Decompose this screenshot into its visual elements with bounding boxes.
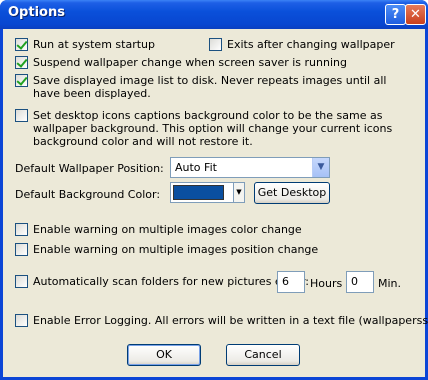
background-color-picker[interactable]: ▼ [170, 182, 245, 203]
run-at-startup-label[interactable]: Run at system startup [33, 38, 155, 51]
options-dialog: Options ? ✕ Run at system startup Exits … [0, 0, 428, 380]
error-logging-label[interactable]: Enable Error Logging. All errors will be… [33, 314, 428, 327]
cancel-button[interactable]: Cancel [226, 344, 300, 366]
help-button[interactable]: ? [385, 4, 406, 25]
help-icon: ? [391, 7, 400, 22]
get-desktop-button[interactable]: Get Desktop [254, 182, 330, 204]
run-at-startup-checkbox[interactable] [15, 38, 28, 51]
close-button[interactable]: ✕ [405, 4, 426, 25]
background-color-label: Default Background Color: [15, 188, 161, 201]
chevron-down-icon[interactable]: ▼ [312, 158, 329, 177]
wallpaper-position-value: Auto Fit [175, 161, 217, 174]
suspend-screensaver-checkbox[interactable] [15, 56, 28, 69]
dialog-body: Run at system startup Exits after changi… [3, 29, 428, 377]
save-image-list-label[interactable]: Save displayed image list to disk. Never… [33, 74, 413, 100]
warning-color-change-checkbox[interactable] [15, 223, 28, 236]
window-title: Options [8, 5, 65, 20]
error-logging-checkbox[interactable] [15, 314, 28, 327]
exits-after-change-label[interactable]: Exits after changing wallpaper [227, 38, 395, 51]
auto-scan-checkbox[interactable] [15, 275, 28, 288]
minutes-label: Min. [378, 277, 402, 290]
close-icon: ✕ [410, 7, 421, 22]
auto-scan-label[interactable]: Automatically scan folders for new pictu… [33, 275, 309, 288]
suspend-screensaver-label[interactable]: Suspend wallpaper change when screen sav… [33, 56, 347, 69]
ok-button[interactable]: OK [127, 344, 201, 366]
save-image-list-checkbox[interactable] [15, 74, 28, 87]
desktop-icon-captions-checkbox[interactable] [15, 109, 28, 122]
chevron-down-icon[interactable]: ▼ [233, 183, 244, 202]
warning-position-change-label[interactable]: Enable warning on multiple images positi… [33, 243, 318, 256]
scan-minutes-input[interactable]: 0 [346, 271, 374, 293]
warning-color-change-label[interactable]: Enable warning on multiple images color … [33, 223, 302, 236]
wallpaper-position-label: Default Wallpaper Position: [15, 162, 164, 175]
color-swatch [173, 185, 224, 200]
desktop-icon-captions-label[interactable]: Set desktop icons captions background co… [33, 109, 419, 148]
title-bar[interactable]: Options ? ✕ [0, 0, 428, 29]
exits-after-change-checkbox[interactable] [209, 38, 222, 51]
scan-hours-input[interactable]: 6 [277, 271, 305, 293]
hours-label: Hours [310, 277, 343, 290]
wallpaper-position-select[interactable]: Auto Fit ▼ [170, 157, 330, 178]
warning-position-change-checkbox[interactable] [15, 243, 28, 256]
